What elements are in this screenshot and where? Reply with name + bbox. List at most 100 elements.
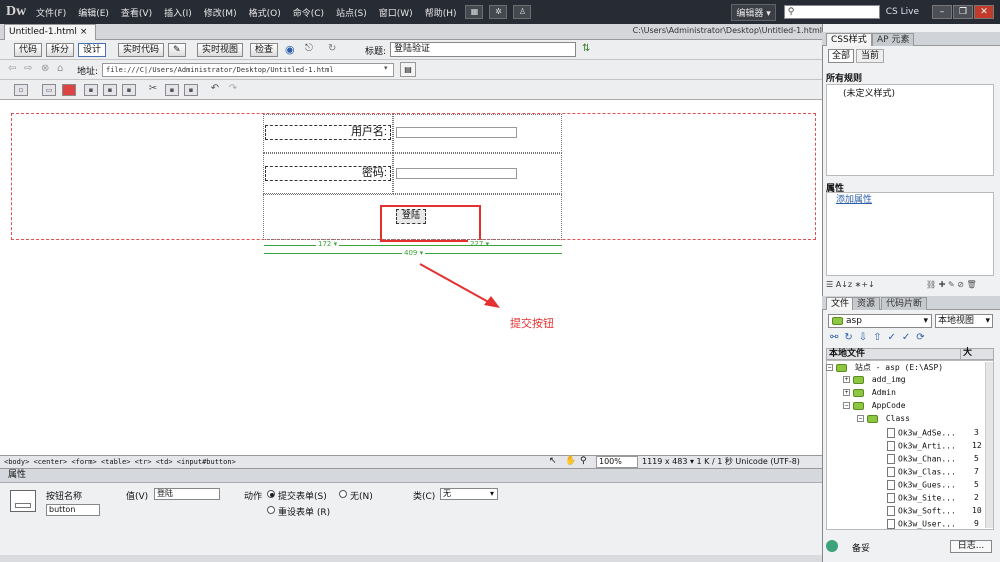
title-input[interactable]: 登陆验证	[390, 42, 576, 57]
tab-files[interactable]: 文件	[826, 297, 855, 310]
rules-item[interactable]: (未定义样式)	[843, 86, 895, 99]
close-tab-icon[interactable]: ×	[80, 27, 88, 37]
username-input[interactable]	[396, 127, 517, 138]
forward-icon[interactable]: ⇨	[24, 63, 32, 74]
menu-file[interactable]: 文件(F)	[30, 6, 72, 19]
browse-bridge-icon[interactable]	[62, 84, 76, 96]
collapse-icon[interactable]: −	[843, 402, 850, 409]
layout-icon[interactable]: ▦	[465, 5, 484, 19]
tag-selector[interactable]: <body> <center> <form> <table> <tr> <td>…	[4, 456, 236, 468]
view-select[interactable]: 本地视图 ▾	[935, 314, 993, 328]
copy-icon[interactable]: ▪	[165, 84, 179, 96]
tab-css-styles[interactable]: CSS样式	[826, 33, 872, 46]
undo-icon[interactable]: ↶	[208, 84, 222, 96]
search-input[interactable]: ⚲	[783, 5, 880, 19]
size-column-header[interactable]: 大	[960, 348, 982, 360]
password-input[interactable]	[396, 168, 517, 179]
menu-insert[interactable]: 插入(I)	[158, 6, 198, 19]
menu-site[interactable]: 站点(S)	[330, 6, 373, 19]
tree-item[interactable]: + add_img	[843, 375, 1000, 384]
document-tab[interactable]: Untitled-1.html ×	[4, 24, 96, 40]
stop-icon[interactable]: ⊗	[41, 63, 49, 74]
collapse-icon[interactable]: −	[857, 415, 864, 422]
hand-tool-icon[interactable]: ✋	[565, 456, 576, 466]
files-toolbar-icons[interactable]: ⚯↻⇩⇧✓✓⟳	[830, 332, 931, 343]
reset-radio[interactable]	[267, 506, 275, 514]
new-document-icon[interactable]: ▫	[14, 84, 28, 96]
log-button[interactable]: 日志...	[950, 540, 992, 553]
maximize-button[interactable]: ❐	[953, 5, 973, 19]
css-edit-icons[interactable]: ⛓ ✚ ✎ ⊘ 🗑	[926, 280, 977, 289]
inspect-button[interactable]: 检查	[250, 43, 279, 57]
tree-file[interactable]: Ok3w_Chan...	[887, 454, 977, 464]
site-select[interactable]: asp ▾	[828, 314, 932, 328]
cs-live-button[interactable]: CS Live	[886, 7, 919, 17]
expand-icon[interactable]: +	[843, 376, 850, 383]
button-name-input[interactable]: button	[46, 504, 100, 516]
menu-format[interactable]: 格式(O)	[243, 6, 287, 19]
extend-icon[interactable]: ♙	[513, 5, 532, 19]
address-input[interactable]: file:///C|/Users/Administrator/Desktop/U…	[102, 63, 394, 77]
tree-file[interactable]: Ok3w_Clas...	[887, 467, 977, 477]
check-browser-icon[interactable]: ✎	[168, 43, 186, 57]
menu-edit[interactable]: 编辑(E)	[72, 6, 115, 19]
menu-modify[interactable]: 修改(M)	[198, 6, 243, 19]
redo-icon[interactable]: ↷	[226, 84, 240, 96]
paste-icon[interactable]: ▪	[184, 84, 198, 96]
refresh-icon[interactable]: ↻	[328, 43, 336, 54]
tree-file[interactable]: Ok3w_Gues...	[887, 480, 977, 490]
tree-file[interactable]: Ok3w_Soft...	[887, 506, 977, 516]
zoom-select[interactable]: 100%	[596, 456, 638, 468]
tree-file[interactable]: Ok3w_Arti...	[887, 441, 977, 451]
live-view-button[interactable]: 实时视图	[197, 43, 244, 57]
open-folder-icon[interactable]: ▭	[42, 84, 56, 96]
tree-file[interactable]: Ok3w_User...	[887, 519, 977, 529]
tree-site-root[interactable]: − 站点 - asp (E:\ASP)	[826, 362, 994, 373]
tree-item[interactable]: − Class	[857, 414, 1000, 423]
print-icon[interactable]: ▪	[122, 84, 136, 96]
save-icon[interactable]: ▪	[84, 84, 98, 96]
code-view-button[interactable]: 代码	[14, 43, 43, 57]
menu-command[interactable]: 命令(C)	[287, 6, 330, 19]
view-options-icon[interactable]: ▤	[400, 62, 416, 77]
file-management-icon[interactable]: ⇅	[582, 43, 590, 54]
preview-icon[interactable]: ⎋	[305, 43, 313, 54]
all-button[interactable]: 全部	[828, 49, 854, 63]
tab-ap-elements[interactable]: AP 元素	[872, 33, 915, 46]
file-tree-scrollbar[interactable]	[985, 362, 993, 528]
address-dropdown-icon[interactable]: ▾	[384, 64, 388, 72]
menu-view[interactable]: 查看(V)	[115, 6, 158, 19]
save-all-icon[interactable]: ▪	[103, 84, 117, 96]
zoom-tool-icon[interactable]: ⚲	[580, 456, 587, 466]
select-tool-icon[interactable]: ↖	[549, 456, 557, 466]
tree-file[interactable]: Ok3w_AdSe...	[887, 428, 977, 438]
tree-item[interactable]: − AppCode	[843, 401, 1000, 410]
live-code-button[interactable]: 实时代码	[118, 43, 165, 57]
class-select[interactable]: 无 ▾	[440, 488, 498, 500]
minimize-button[interactable]: –	[932, 5, 952, 19]
cut-icon[interactable]: ✂	[146, 84, 160, 96]
submit-radio[interactable]	[267, 490, 275, 498]
collapse-icon[interactable]: −	[826, 364, 833, 371]
properties-header[interactable]: 属性	[0, 469, 822, 483]
tab-snippets[interactable]: 代码片断	[881, 297, 928, 310]
value-input[interactable]: 登陆	[154, 488, 220, 500]
current-button[interactable]: 当前	[856, 49, 884, 63]
css-view-icons[interactable]: ☰ A↓z ∗+↓	[826, 280, 875, 289]
tab-assets[interactable]: 资源	[852, 297, 881, 310]
tree-item[interactable]: + Admin	[843, 388, 1000, 397]
design-view-button[interactable]: 设计	[78, 43, 107, 57]
add-property-link[interactable]: 添加属性	[836, 192, 872, 205]
expand-icon[interactable]: +	[843, 389, 850, 396]
menu-window[interactable]: 窗口(W)	[373, 6, 419, 19]
home-icon[interactable]: ⌂	[57, 63, 63, 74]
menu-help[interactable]: 帮助(H)	[419, 6, 463, 19]
back-icon[interactable]: ⇦	[8, 63, 16, 74]
close-button[interactable]: ✕	[974, 5, 994, 19]
gear-icon[interactable]: ✲	[489, 5, 508, 19]
workspace-switcher[interactable]: 编辑器 ▾	[731, 3, 776, 21]
tree-file[interactable]: Ok3w_Site...	[887, 493, 977, 503]
none-radio[interactable]	[339, 490, 347, 498]
globe-icon[interactable]: ◉	[285, 43, 295, 56]
split-view-button[interactable]: 拆分	[46, 43, 75, 57]
